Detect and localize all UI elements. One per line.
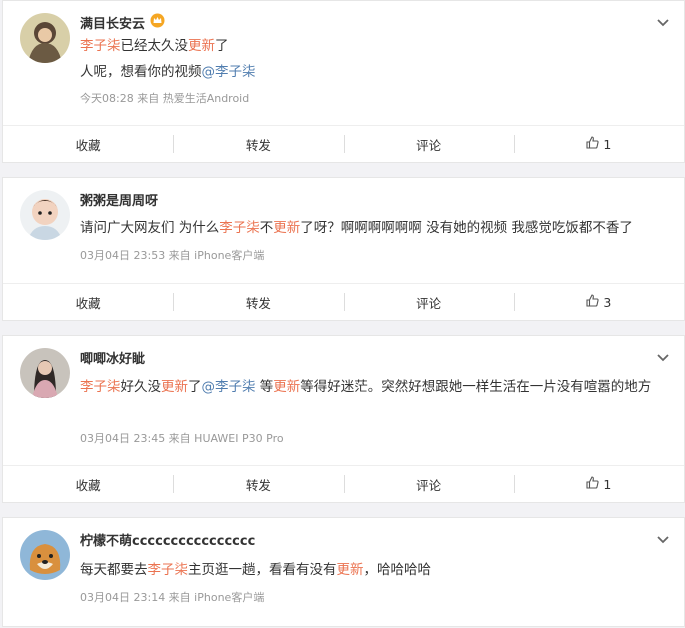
keyword-highlight: 李子柒 (219, 220, 260, 236)
post-card: 柠檬不萌cccccccccccccccc 每天都要去李子柒主页逛一趟，看看有没有… (2, 517, 685, 627)
username[interactable]: 唧唧冰好眦 (80, 348, 145, 367)
username[interactable]: 柠檬不萌cccccccccccccccc (80, 530, 255, 549)
repost-button[interactable]: 转发 (173, 126, 343, 162)
text-segment: 等得好迷茫。突然好想跟她一样生活在一片没有喧嚣的地方 (300, 379, 652, 395)
text-segment: 请问广大网友们 为什么 (80, 220, 220, 236)
post-text: 李子柒已经太久没更新了 (80, 34, 229, 58)
chevron-down-icon[interactable] (656, 530, 670, 549)
save-button[interactable]: 收藏 (3, 126, 173, 162)
post-text: 每天都要去李子柒主页逛一趟，看看有没有更新，哈哈哈哈 (80, 558, 431, 582)
thumbs-up-icon (586, 136, 599, 152)
text-segment: 不 (259, 220, 274, 236)
post-card: 满目长安云 李子柒已经太久没更新了 人呢，想看你的视频@李子柒 今天08:28 … (2, 0, 685, 163)
username-text[interactable]: 唧唧冰好眦 (80, 348, 145, 367)
post-meta: 03月04日 23:53 来自 iPhone客户端 (80, 249, 265, 262)
thumbs-up-icon (586, 294, 599, 310)
post-meta: 03月04日 23:45 来自 HUAWEI P30 Pro (80, 432, 284, 445)
text-segment: ，哈哈哈哈 (363, 562, 432, 578)
comment-button[interactable]: 评论 (343, 466, 514, 502)
post-text-line2: 人呢，想看你的视频@李子柒 (80, 60, 256, 84)
text-segment: 人呢，想看你的视频 (80, 64, 202, 80)
like-count: 3 (603, 294, 612, 310)
keyword-highlight: 更新 (273, 379, 301, 395)
like-button[interactable]: 3 (513, 284, 684, 320)
keyword-highlight: 更新 (336, 562, 364, 578)
chevron-down-icon[interactable] (656, 348, 670, 367)
weibo-feed: 满目长安云 李子柒已经太久没更新了 人呢，想看你的视频@李子柒 今天08:28 … (0, 0, 685, 627)
keyword-highlight: 李子柒 (80, 379, 121, 395)
comment-button[interactable]: 评论 (343, 284, 514, 320)
like-button[interactable]: 1 (513, 126, 684, 162)
text-segment: 了 (188, 379, 202, 395)
username-text[interactable]: 粥粥是周周呀 (80, 190, 158, 209)
action-bar: 收藏 转发 评论 1 (3, 465, 684, 502)
keyword-highlight: 李子柒 (147, 562, 189, 578)
comment-button[interactable]: 评论 (343, 126, 514, 162)
keyword-highlight: 更新 (161, 379, 188, 395)
crown-badge-icon (150, 13, 165, 32)
text-segment: 已经太久没 (120, 38, 189, 54)
thumbs-up-icon (586, 476, 599, 492)
repost-button[interactable]: 转发 (173, 284, 343, 320)
avatar[interactable] (20, 190, 70, 240)
like-button[interactable]: 1 (513, 466, 684, 502)
action-bar: 收藏 转发 评论 3 (3, 283, 684, 320)
post-text: 李子柒好久没更新了@李子柒 等更新等得好迷茫。突然好想跟她一样生活在一片没有喧嚣… (80, 375, 670, 399)
like-count: 1 (603, 136, 612, 152)
post-card: 粥粥是周周呀 请问广大网友们 为什么李子柒不更新了呀？啊啊啊啊啊啊 没有她的视频… (2, 177, 685, 321)
text-segment: 每天都要去 (80, 562, 148, 578)
chevron-down-icon[interactable] (656, 13, 670, 32)
username[interactable]: 粥粥是周周呀 (80, 190, 158, 209)
avatar[interactable] (20, 13, 70, 63)
text-segment: 了 (215, 38, 229, 54)
like-count: 1 (603, 476, 612, 492)
keyword-highlight: 更新 (273, 220, 301, 236)
post-text: 请问广大网友们 为什么李子柒不更新了呀？啊啊啊啊啊啊 没有她的视频 我感觉吃饭都… (80, 216, 633, 240)
text-segment: 了呀？啊啊啊啊啊啊 没有她的视频 我感觉吃饭都不香了 (300, 220, 633, 236)
save-button[interactable]: 收藏 (3, 284, 173, 320)
username[interactable]: 满目长安云 (80, 13, 165, 32)
save-button[interactable]: 收藏 (3, 466, 173, 502)
repost-button[interactable]: 转发 (173, 466, 343, 502)
keyword-highlight: 更新 (188, 38, 215, 54)
username-text[interactable]: 柠檬不萌cccccccccccccccc (80, 530, 255, 549)
action-bar: 收藏 转发 评论 1 (3, 125, 684, 162)
username-text[interactable]: 满目长安云 (80, 13, 145, 32)
keyword-highlight: 李子柒 (80, 38, 121, 54)
avatar[interactable] (20, 348, 70, 398)
post-meta: 今天08:28 来自 热爱生活Android (80, 92, 250, 105)
mention-link[interactable]: @李子柒 (202, 379, 256, 395)
mention-link[interactable]: @李子柒 (202, 64, 256, 80)
post-meta: 03月04日 23:14 来自 iPhone客户端 (80, 591, 265, 604)
text-segment: 主页逛一趟，看看有没有 (188, 562, 337, 578)
text-segment: 好久没 (120, 379, 162, 395)
text-segment: 等 (255, 379, 274, 395)
post-card: 唧唧冰好眦 李子柒好久没更新了@李子柒 等更新等得好迷茫。突然好想跟她一样生活在… (2, 335, 685, 503)
avatar[interactable] (20, 530, 70, 580)
